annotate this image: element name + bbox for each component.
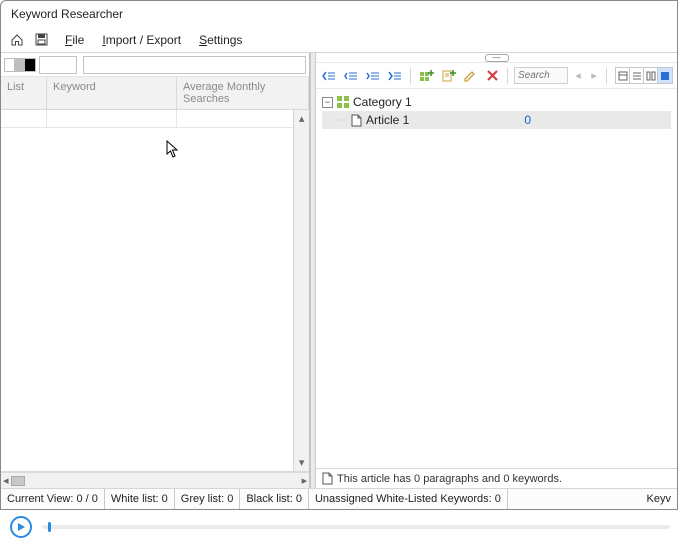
article-tree: − Category 1 ⋯ Article 1 0: [316, 89, 677, 468]
menu-file[interactable]: File: [57, 31, 92, 49]
col-avg-monthly-searches[interactable]: Average Monthly Searches: [177, 77, 309, 109]
tree-article-row[interactable]: ⋯ Article 1 0: [322, 111, 671, 129]
view-mode-4[interactable]: [658, 68, 672, 83]
app-title: Keyword Researcher: [11, 7, 123, 21]
scroll-up-icon[interactable]: ▴: [299, 112, 305, 125]
menu-settings[interactable]: Settings: [191, 31, 250, 49]
article-page-icon: [351, 114, 362, 127]
tree-search-input[interactable]: [514, 67, 568, 84]
status-white-list: White list: 0: [105, 489, 175, 509]
table-row: [1, 110, 309, 128]
mouse-cursor-icon: [166, 140, 182, 160]
scroll-down-icon[interactable]: ▾: [299, 456, 305, 469]
col-keyword[interactable]: Keyword: [47, 77, 177, 109]
category-grid-icon: [337, 96, 349, 108]
media-player: [0, 510, 680, 540]
filter-input-small[interactable]: [39, 56, 77, 74]
titlebar: Keyword Researcher: [1, 1, 677, 29]
add-category-icon[interactable]: [417, 67, 435, 85]
swatch-white[interactable]: [5, 59, 15, 71]
scrollbar-thumb[interactable]: [11, 476, 25, 486]
search-next-icon[interactable]: ▸: [588, 68, 600, 84]
article-keyword-count: 0: [524, 113, 531, 127]
status-page-icon: [322, 472, 333, 485]
playhead[interactable]: [48, 522, 51, 532]
scroll-right-icon[interactable]: ▸: [302, 474, 308, 487]
right-panel-status: This article has 0 paragraphs and 0 keyw…: [316, 468, 677, 488]
menubar: File Import / Export Settings: [1, 29, 677, 53]
play-button[interactable]: [10, 516, 32, 538]
outdent-all-icon[interactable]: [320, 67, 338, 85]
tree-category-label: Category 1: [353, 95, 412, 109]
swatch-grey[interactable]: [15, 59, 25, 71]
left-toolbar: [1, 53, 309, 77]
add-article-icon[interactable]: [439, 67, 457, 85]
vertical-scrollbar[interactable]: ▴ ▾: [293, 110, 309, 471]
col-list[interactable]: List: [1, 77, 47, 109]
scroll-left-icon[interactable]: ◂: [3, 474, 9, 487]
edit-icon[interactable]: [461, 67, 479, 85]
tree-branch-icon: ⋯: [338, 115, 347, 126]
playback-timeline[interactable]: [42, 525, 670, 529]
save-icon[interactable]: [33, 32, 49, 48]
keyword-table-body: ▴ ▾: [1, 110, 309, 472]
view-mode-3[interactable]: [644, 68, 658, 83]
app-window: Keyword Researcher File Import / Export …: [0, 0, 678, 510]
search-prev-icon[interactable]: ◂: [572, 68, 584, 84]
menu-import-export[interactable]: Import / Export: [94, 31, 189, 49]
view-mode-2[interactable]: [630, 68, 644, 83]
right-status-text: This article has 0 paragraphs and 0 keyw…: [337, 473, 562, 485]
status-black-list: Black list: 0: [240, 489, 309, 509]
delete-icon[interactable]: [483, 67, 501, 85]
status-unassigned: Unassigned White-Listed Keywords: 0: [309, 489, 508, 509]
home-icon[interactable]: [9, 32, 25, 48]
right-toolbar: ◂ ▸: [316, 63, 677, 89]
outdent-icon[interactable]: [342, 67, 360, 85]
status-right-truncated: Keyv: [641, 489, 677, 509]
collapse-toggle-button[interactable]: —: [485, 54, 509, 62]
right-panel: —: [316, 53, 677, 488]
swatch-black[interactable]: [25, 59, 35, 71]
status-grey-list: Grey list: 0: [175, 489, 241, 509]
horizontal-scrollbar[interactable]: ◂ ▸: [1, 472, 309, 488]
status-current-view: Current View: 0 / 0: [1, 489, 105, 509]
indent-icon[interactable]: [364, 67, 382, 85]
view-mode-1[interactable]: [616, 68, 630, 83]
tree-article-label: Article 1: [366, 113, 409, 127]
tree-collapse-icon[interactable]: −: [322, 97, 333, 108]
list-color-swatches[interactable]: [4, 58, 36, 72]
content-area: List Keyword Average Monthly Searches ▴ …: [1, 53, 677, 489]
keyword-table-header: List Keyword Average Monthly Searches: [1, 77, 309, 110]
left-panel: List Keyword Average Monthly Searches ▴ …: [1, 53, 310, 488]
status-bar: Current View: 0 / 0 White list: 0 Grey l…: [1, 489, 677, 509]
collapse-bar: —: [316, 53, 677, 63]
keyword-search-input[interactable]: [83, 56, 306, 74]
view-mode-toggle: [615, 67, 673, 84]
tree-category-row[interactable]: − Category 1: [322, 93, 671, 111]
indent-all-icon[interactable]: [386, 67, 404, 85]
